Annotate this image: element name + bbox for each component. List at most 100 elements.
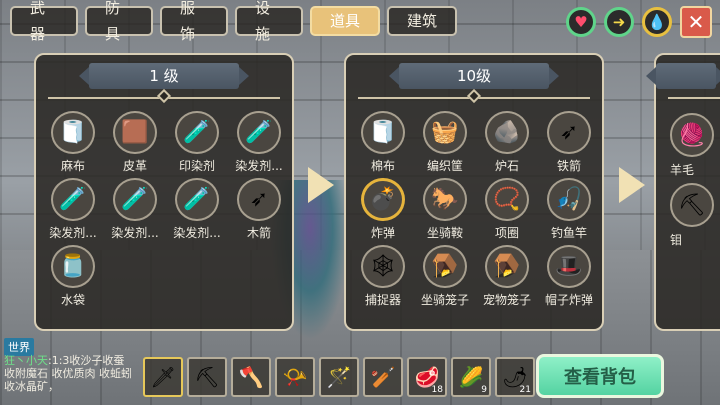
item-slot[interactable]: 🪤 坐骑笼子 <box>414 245 476 308</box>
hotbar-slot[interactable]: 🗡 <box>143 357 183 397</box>
tab-props[interactable]: 道具 <box>310 6 380 36</box>
chat-message[interactable]: 狂丶小天:1:3收沙子收蚕 收附魔石 收优质肉 收蚯蚓 收冰晶矿， <box>4 354 138 393</box>
item-slot[interactable]: 🫙 水袋 <box>42 245 104 308</box>
item-count: 21 <box>519 385 531 395</box>
potion-icon: 🧪 <box>113 178 157 222</box>
item-slot[interactable]: 📿 项圈 <box>476 178 538 241</box>
item-slot[interactable]: 🧻 麻布 <box>42 111 104 174</box>
item-label: 染发剂... <box>111 226 159 241</box>
hotbar-slot[interactable]: 🥩 18 <box>407 357 447 397</box>
item-slot[interactable]: ➶ 木箭 <box>228 178 290 241</box>
item-count: 9 <box>481 385 487 395</box>
item-label: 水袋 <box>60 293 85 308</box>
item-label: 麻布 <box>60 159 85 174</box>
item-slot[interactable]: 🧪 印染剂 <box>166 111 228 174</box>
chat-sender: 狂丶小天 <box>4 354 48 367</box>
potion-icon: 🧪 <box>175 111 219 155</box>
next-arrow-icon[interactable] <box>619 167 645 203</box>
item-label: 染发剂... <box>173 226 221 241</box>
item-slot[interactable]: 🧪 染发剂... <box>104 178 166 241</box>
arrow-icon[interactable]: ➜ <box>604 7 634 37</box>
item-label: 坐骑鞍 <box>426 226 463 241</box>
top-right-buttons: ♥ ➜ 💧 ✕ <box>566 6 712 38</box>
ore-icon[interactable]: ⛏ <box>670 183 714 227</box>
item-label: 宠物笼子 <box>482 293 531 308</box>
panel-title: 10级 <box>389 63 559 89</box>
recipe-panel-level-10: 10级 🧻 棉布 🧺 编织筐 🪨 炉石 ➶ 铁箭 💣 炸弹 🐎 坐骑鞍 📿 项圈 🎣 钓鱼竿 🕸 捕捉器 🪤 坐骑笼子… <box>344 53 604 331</box>
tab-armor[interactable]: 防具 <box>85 0 153 43</box>
panel-title: 1 级 <box>79 63 249 89</box>
tab-buildings[interactable]: 建筑 <box>387 6 457 36</box>
bomb-icon: 💣 <box>361 178 405 222</box>
item-label: 炉石 <box>494 159 519 174</box>
item-slot[interactable]: ➶ 铁箭 <box>538 111 600 174</box>
hotbar-slot[interactable]: 📯 <box>275 357 315 397</box>
item-label: 编织筐 <box>426 159 463 174</box>
item-label: 钓鱼竿 <box>550 226 587 241</box>
close-button[interactable]: ✕ <box>680 6 712 38</box>
panel-title <box>646 63 720 89</box>
arrow-icon: ➶ <box>237 178 281 222</box>
hotbar-slot[interactable]: 🏏 <box>363 357 403 397</box>
item-slot[interactable]: 🎩 帽子炸弹 <box>538 245 600 308</box>
item-label: 钼 <box>670 233 683 247</box>
close-icon: ✕ <box>687 10 705 34</box>
club-icon: 🏏 <box>370 365 396 389</box>
item-slot[interactable]: 🟫 皮革 <box>104 111 166 174</box>
item-slot[interactable]: 🧻 棉布 <box>352 111 414 174</box>
item-grid: 🧻 麻布 🟫 皮革 🧪 印染剂 🧪 染发剂... 🧪 染发剂... 🧪 染发剂... 🧪 染发剂... ➶ 木… <box>42 111 290 308</box>
divider <box>668 97 720 99</box>
trap-icon: 🕸 <box>361 245 405 289</box>
tab-weapons[interactable]: 武器 <box>10 0 78 43</box>
tab-clothing[interactable]: 服饰 <box>160 0 228 43</box>
item-slot[interactable]: 💣 炸弹 <box>352 178 414 241</box>
view-bag-button[interactable]: 查看背包 <box>536 354 664 398</box>
leather-icon: 🟫 <box>113 111 157 155</box>
cloth-icon: 🧻 <box>361 111 405 155</box>
tab-facilities[interactable]: 设施 <box>235 0 303 43</box>
item-slot[interactable]: 🪤 宠物笼子 <box>476 245 538 308</box>
item-label: 铁箭 <box>556 159 581 174</box>
axe-icon: 🪓 <box>238 365 264 389</box>
item-count: 18 <box>431 385 443 395</box>
item-label: 棉布 <box>370 159 395 174</box>
cage-icon: 🪤 <box>423 245 467 289</box>
pickaxe-icon: ⛏ <box>194 365 220 389</box>
item-slot[interactable]: 🎣 钓鱼竿 <box>538 178 600 241</box>
hotbar-slot[interactable]: 🪓 <box>231 357 271 397</box>
item-slot[interactable]: 🧪 染发剂... <box>228 111 290 174</box>
wool-icon[interactable]: 🧶 <box>670 113 714 157</box>
potion-icon: 🧪 <box>51 178 95 222</box>
divider <box>48 88 280 104</box>
staff-icon: 🪄 <box>326 365 352 389</box>
hotbar-slot[interactable]: 🪄 <box>319 357 359 397</box>
item-label: 皮革 <box>122 159 147 174</box>
item-slot[interactable]: 🧺 编织筐 <box>414 111 476 174</box>
item-label: 坐骑笼子 <box>420 293 469 308</box>
heart-icon[interactable]: ♥ <box>566 7 596 37</box>
recipe-panel-next: 🧶 羊毛 ⛏ 钼 <box>646 53 720 331</box>
item-label: 染发剂... <box>235 159 283 174</box>
item-slot[interactable]: 🕸 捕捉器 <box>352 245 414 308</box>
sword-icon: 🗡 <box>150 365 176 389</box>
item-label: 印染剂 <box>178 159 215 174</box>
item-label: 羊毛 <box>670 163 695 177</box>
drop-icon[interactable]: 💧 <box>642 7 672 37</box>
recipe-panel-level-1: 1 级 🧻 麻布 🟫 皮革 🧪 印染剂 🧪 染发剂... 🧪 染发剂... 🧪 染发剂... 🧪 染发剂.… <box>34 53 294 331</box>
item-slot[interactable]: 🐎 坐骑鞍 <box>414 178 476 241</box>
next-arrow-icon[interactable] <box>308 167 334 203</box>
hat-bomb-icon: 🎩 <box>547 245 591 289</box>
divider <box>358 88 590 104</box>
item-slot[interactable]: 🧪 染发剂... <box>166 178 228 241</box>
hotbar-slot[interactable]: 🌽 9 <box>451 357 491 397</box>
hotbar-slot[interactable]: ⛏ <box>187 357 227 397</box>
item-label: 木箭 <box>246 226 271 241</box>
basket-icon: 🧺 <box>423 111 467 155</box>
potion-icon: 🧪 <box>175 178 219 222</box>
item-slot[interactable]: 🧪 染发剂... <box>42 178 104 241</box>
arrow-icon: ➶ <box>547 111 591 155</box>
potion-icon: 🧪 <box>237 111 281 155</box>
rod-icon: 🎣 <box>547 178 591 222</box>
item-slot[interactable]: 🪨 炉石 <box>476 111 538 174</box>
hotbar-slot[interactable]: 🌶 21 <box>495 357 535 397</box>
